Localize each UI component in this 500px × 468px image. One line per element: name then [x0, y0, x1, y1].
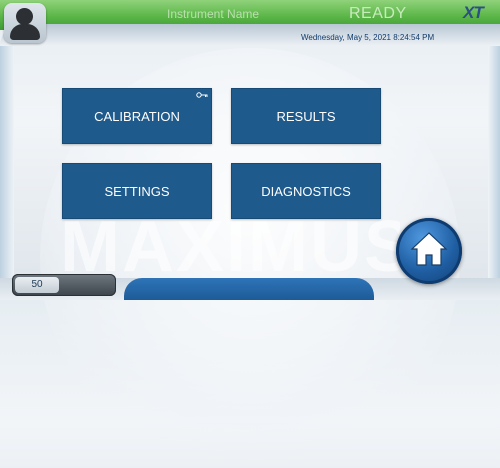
results-button[interactable]: RESULTS — [231, 88, 381, 144]
datetime-display: Wednesday, May 5, 2021 8:24:54 PM — [301, 33, 435, 42]
home-icon — [410, 232, 448, 266]
status-text: READY — [349, 5, 407, 22]
counter-value: 50 — [31, 279, 43, 290]
right-rail — [488, 46, 500, 280]
settings-button[interactable]: SETTINGS — [62, 163, 212, 219]
brand-logo: XT — [463, 3, 484, 22]
diagnostics-label: DIAGNOSTICS — [261, 183, 351, 199]
instrument-name: Instrument Name — [167, 7, 260, 21]
diagnostics-button[interactable]: DIAGNOSTICS — [231, 163, 381, 219]
user-button[interactable] — [4, 3, 46, 43]
footer-tab — [124, 278, 374, 300]
results-label: RESULTS — [276, 108, 336, 124]
settings-label: SETTINGS — [104, 183, 170, 199]
calibration-button[interactable]: CALIBRATION — [62, 88, 212, 144]
key-icon — [196, 92, 208, 98]
calibration-label: CALIBRATION — [94, 108, 180, 124]
sample-counter: 50 — [12, 274, 116, 296]
left-rail — [0, 46, 14, 280]
home-button[interactable] — [396, 218, 462, 284]
